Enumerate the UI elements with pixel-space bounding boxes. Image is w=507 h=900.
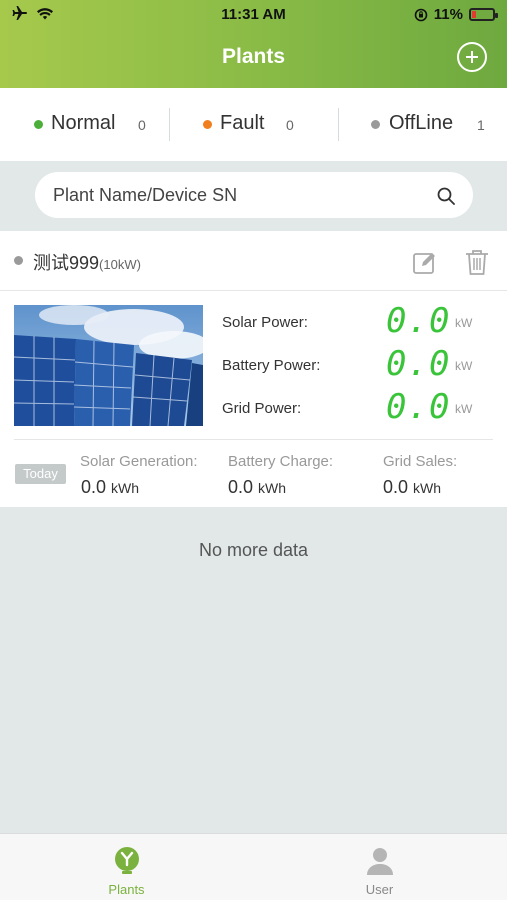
- battery-power-value: 0.0: [386, 344, 451, 384]
- fault-status-dot: [203, 120, 212, 129]
- battery-percent: 11%: [433, 6, 463, 23]
- battery-icon: [469, 8, 498, 21]
- filter-count: 0: [138, 117, 146, 133]
- plant-capacity: (10kW): [99, 257, 141, 272]
- grid-sales-label: Grid Sales:: [383, 453, 458, 470]
- filter-fault[interactable]: Fault 0: [169, 88, 338, 161]
- status-filter-bar: Normal 0 Fault 0 OffLine 1: [0, 88, 507, 161]
- solar-power-label: Solar Power:: [222, 314, 308, 331]
- filter-count: 1: [477, 117, 485, 133]
- trash-icon[interactable]: [464, 248, 490, 276]
- battery-charge-label: Battery Charge:: [228, 453, 334, 470]
- edit-icon[interactable]: [412, 249, 438, 275]
- status-bar: 11:31 AM 11%: [0, 5, 507, 27]
- plant-name: 测试999: [33, 253, 100, 273]
- stat-number: 0.0: [81, 477, 107, 497]
- offline-status-dot: [371, 120, 380, 129]
- tab-label: User: [365, 882, 394, 897]
- tab-label: Plants: [108, 882, 145, 897]
- grid-power-unit: kW: [455, 402, 473, 416]
- grid-power-label: Grid Power:: [222, 400, 302, 417]
- filter-normal[interactable]: Normal 0: [0, 88, 169, 161]
- tab-user[interactable]: User: [253, 834, 506, 900]
- plant-header[interactable]: 测试999(10kW): [0, 231, 507, 291]
- tab-plants[interactable]: Plants: [0, 834, 253, 900]
- solar-generation-value: 0.0 kWh: [81, 477, 139, 498]
- orientation-lock-icon: [414, 8, 428, 21]
- search-placeholder: Plant Name/Device SN: [53, 185, 238, 205]
- stat-number: 0.0: [383, 477, 409, 497]
- stat-number: 0.0: [228, 477, 254, 497]
- solar-power-unit: kW: [455, 316, 473, 330]
- add-plant-button[interactable]: [457, 42, 487, 72]
- stat-unit: kWh: [111, 480, 140, 496]
- stat-unit: kWh: [258, 480, 287, 496]
- battery-power-unit: kW: [455, 359, 473, 373]
- search-area: Plant Name/Device SN: [0, 161, 507, 231]
- plant-status-dot: [14, 256, 23, 265]
- solar-panel-image: [14, 305, 203, 426]
- grid-sales-value: 0.0 kWh: [383, 477, 441, 498]
- plant-name-line: 测试999(10kW): [33, 249, 141, 275]
- search-input[interactable]: Plant Name/Device SN: [35, 172, 473, 218]
- user-icon: [367, 848, 393, 875]
- header-bar: 11:31 AM 11% Plants: [0, 0, 507, 88]
- card-divider: [14, 439, 493, 440]
- stat-unit: kWh: [413, 480, 442, 496]
- status-right: 11%: [414, 6, 498, 23]
- battery-power-label: Battery Power:: [222, 357, 321, 374]
- grid-power-value: 0.0: [386, 387, 451, 427]
- solar-power-value: 0.0: [386, 301, 451, 341]
- plant-card[interactable]: Solar Power: 0.0 kW Battery Power: 0.0 k…: [0, 291, 507, 507]
- tab-bar: Plants User: [0, 833, 507, 900]
- solar-generation-label: Solar Generation:: [80, 453, 198, 470]
- battery-charge-value: 0.0 kWh: [228, 477, 286, 498]
- no-more-data-text: No more data: [198, 540, 309, 560]
- plant-icon: [115, 847, 139, 874]
- filter-count: 0: [286, 117, 294, 133]
- filter-label: Fault: [220, 112, 265, 134]
- page-title: Plants: [221, 45, 286, 68]
- search-icon[interactable]: [437, 187, 455, 205]
- filter-label: Normal: [51, 112, 116, 134]
- filter-offline[interactable]: OffLine 1: [338, 88, 507, 161]
- today-badge: Today: [15, 464, 66, 484]
- filter-label: OffLine: [389, 112, 454, 134]
- normal-status-dot: [34, 120, 43, 129]
